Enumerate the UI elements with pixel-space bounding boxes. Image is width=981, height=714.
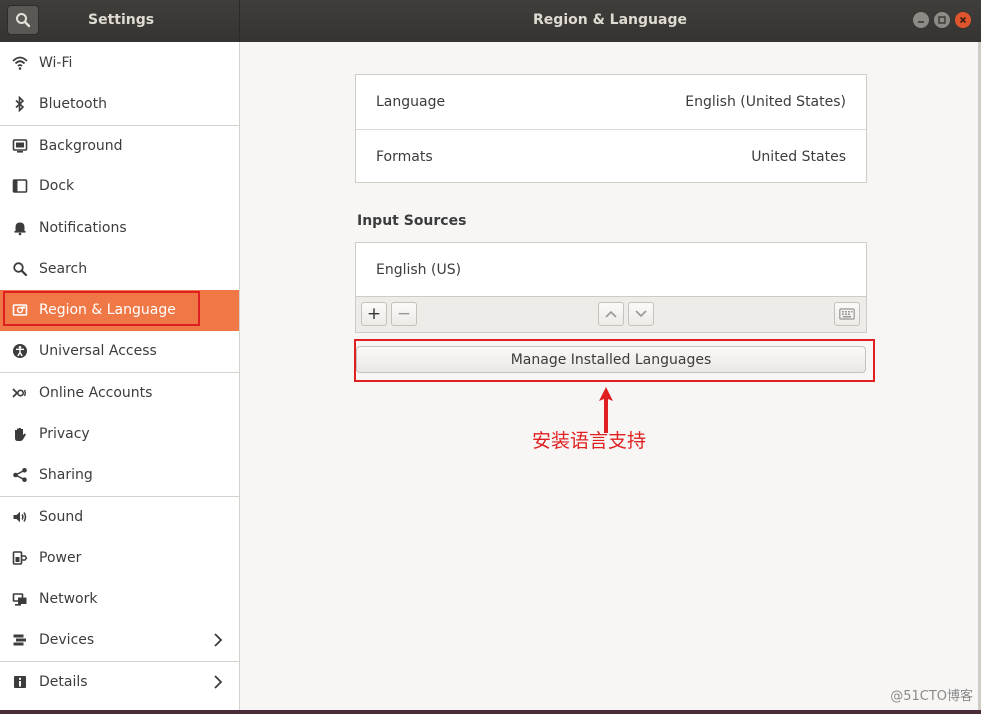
input-sources-toolbar: + − bbox=[355, 297, 867, 333]
sidebar-item-label: Background bbox=[39, 137, 123, 154]
sidebar-item-region-language[interactable]: Region & Language bbox=[0, 289, 239, 331]
sidebar-item-label: Devices bbox=[39, 632, 95, 649]
sidebar-item-notifications[interactable]: Notifications bbox=[0, 207, 239, 248]
online-accounts-icon bbox=[11, 384, 29, 402]
formats-value: United States bbox=[751, 149, 846, 165]
desktop-edge bbox=[0, 710, 981, 714]
sidebar-item-devices[interactable]: Devices bbox=[0, 620, 239, 661]
sidebar-item-search[interactable]: Search bbox=[0, 248, 239, 289]
sidebar-item-dock[interactable]: Dock bbox=[0, 166, 239, 207]
sidebar-item-sound[interactable]: Sound bbox=[0, 495, 239, 537]
sidebar-item-bluetooth[interactable]: Bluetooth bbox=[0, 83, 239, 124]
chevron-right-icon bbox=[213, 632, 223, 652]
wifi-icon bbox=[11, 54, 29, 72]
sidebar-item-label: Notifications bbox=[39, 219, 127, 236]
speaker-icon bbox=[11, 508, 29, 526]
maximize-button[interactable] bbox=[934, 12, 950, 28]
sidebar-item-label: Sound bbox=[39, 508, 84, 525]
language-formats-card: Language English (United States) Formats… bbox=[355, 74, 867, 183]
watermark: @51CTO博客 bbox=[890, 689, 973, 704]
share-icon bbox=[11, 466, 29, 484]
region-icon bbox=[11, 301, 29, 319]
minus-icon: − bbox=[396, 303, 412, 324]
keyboard-icon bbox=[839, 308, 855, 320]
sidebar-item-label: Universal Access bbox=[39, 343, 157, 360]
manage-installed-languages-label: Manage Installed Languages bbox=[510, 351, 712, 368]
language-value: English (United States) bbox=[685, 94, 846, 110]
network-icon bbox=[11, 590, 29, 608]
devices-icon bbox=[11, 631, 29, 649]
dock-icon bbox=[11, 177, 29, 195]
sidebar-item-power[interactable]: Power bbox=[0, 537, 239, 578]
sidebar-item-label: Online Accounts bbox=[39, 385, 153, 402]
sidebar-item-background[interactable]: Background bbox=[0, 124, 239, 166]
accessibility-icon bbox=[11, 342, 29, 360]
search-icon bbox=[11, 260, 29, 278]
keyboard-layout-button[interactable] bbox=[834, 302, 860, 326]
sidebar-item-label: Network bbox=[39, 590, 98, 607]
language-row[interactable]: Language English (United States) bbox=[356, 75, 866, 129]
minimize-icon bbox=[918, 21, 924, 23]
add-input-source-button[interactable]: + bbox=[361, 302, 387, 326]
sidebar-item-universal-access[interactable]: Universal Access bbox=[0, 331, 239, 372]
move-down-button[interactable] bbox=[628, 302, 654, 326]
formats-row[interactable]: Formats United States bbox=[356, 130, 866, 184]
sidebar-item-label: Privacy bbox=[39, 425, 90, 442]
sidebar-item-label: Region & Language bbox=[39, 302, 176, 319]
header-bar: Settings Region & Language bbox=[0, 0, 981, 42]
background-icon bbox=[11, 137, 29, 155]
move-up-button[interactable] bbox=[598, 302, 624, 326]
chevron-down-icon bbox=[635, 310, 647, 318]
close-button[interactable] bbox=[955, 12, 971, 28]
remove-input-source-button[interactable]: − bbox=[391, 302, 417, 326]
chevron-right-icon bbox=[213, 674, 223, 694]
formats-label: Formats bbox=[376, 149, 433, 165]
sidebar-item-privacy[interactable]: Privacy bbox=[0, 413, 239, 454]
bell-icon bbox=[11, 219, 29, 237]
chevron-up-icon bbox=[605, 310, 617, 318]
sidebar-item-label: Wi-Fi bbox=[39, 54, 73, 71]
input-source-item[interactable]: English (US) bbox=[356, 243, 866, 297]
sidebar: Wi-Fi Bluetooth Background Dock Notifica… bbox=[0, 42, 240, 712]
language-label: Language bbox=[376, 94, 446, 110]
plus-icon: + bbox=[366, 303, 382, 324]
power-icon bbox=[11, 549, 29, 567]
sidebar-item-label: Power bbox=[39, 549, 82, 566]
details-icon bbox=[11, 673, 29, 691]
sidebar-item-label: Dock bbox=[39, 178, 75, 195]
manage-installed-languages-button[interactable]: Manage Installed Languages bbox=[356, 346, 866, 373]
input-sources-list: English (US) bbox=[355, 242, 867, 297]
sidebar-item-wifi[interactable]: Wi-Fi bbox=[0, 42, 239, 83]
close-icon bbox=[959, 16, 967, 24]
sidebar-item-details[interactable]: Details bbox=[0, 660, 239, 702]
sidebar-item-network[interactable]: Network bbox=[0, 578, 239, 619]
sidebar-item-sharing[interactable]: Sharing bbox=[0, 455, 239, 496]
sidebar-item-label: Bluetooth bbox=[39, 95, 107, 112]
maximize-icon bbox=[938, 16, 946, 24]
annotation-text: 安装语言支持 bbox=[532, 430, 647, 452]
minimize-button[interactable] bbox=[913, 12, 929, 28]
input-sources-heading: Input Sources bbox=[357, 213, 467, 229]
panel-title: Region & Language bbox=[533, 12, 687, 28]
sidebar-item-online-accounts[interactable]: Online Accounts bbox=[0, 372, 239, 413]
input-source-label: English (US) bbox=[376, 262, 462, 278]
sidebar-item-label: Search bbox=[39, 260, 88, 277]
sidebar-item-label: Details bbox=[39, 673, 88, 690]
bluetooth-icon bbox=[11, 95, 29, 113]
sidebar-item-label: Sharing bbox=[39, 467, 93, 484]
hand-icon bbox=[11, 425, 29, 443]
region-language-panel: Language English (United States) Formats… bbox=[240, 42, 979, 712]
